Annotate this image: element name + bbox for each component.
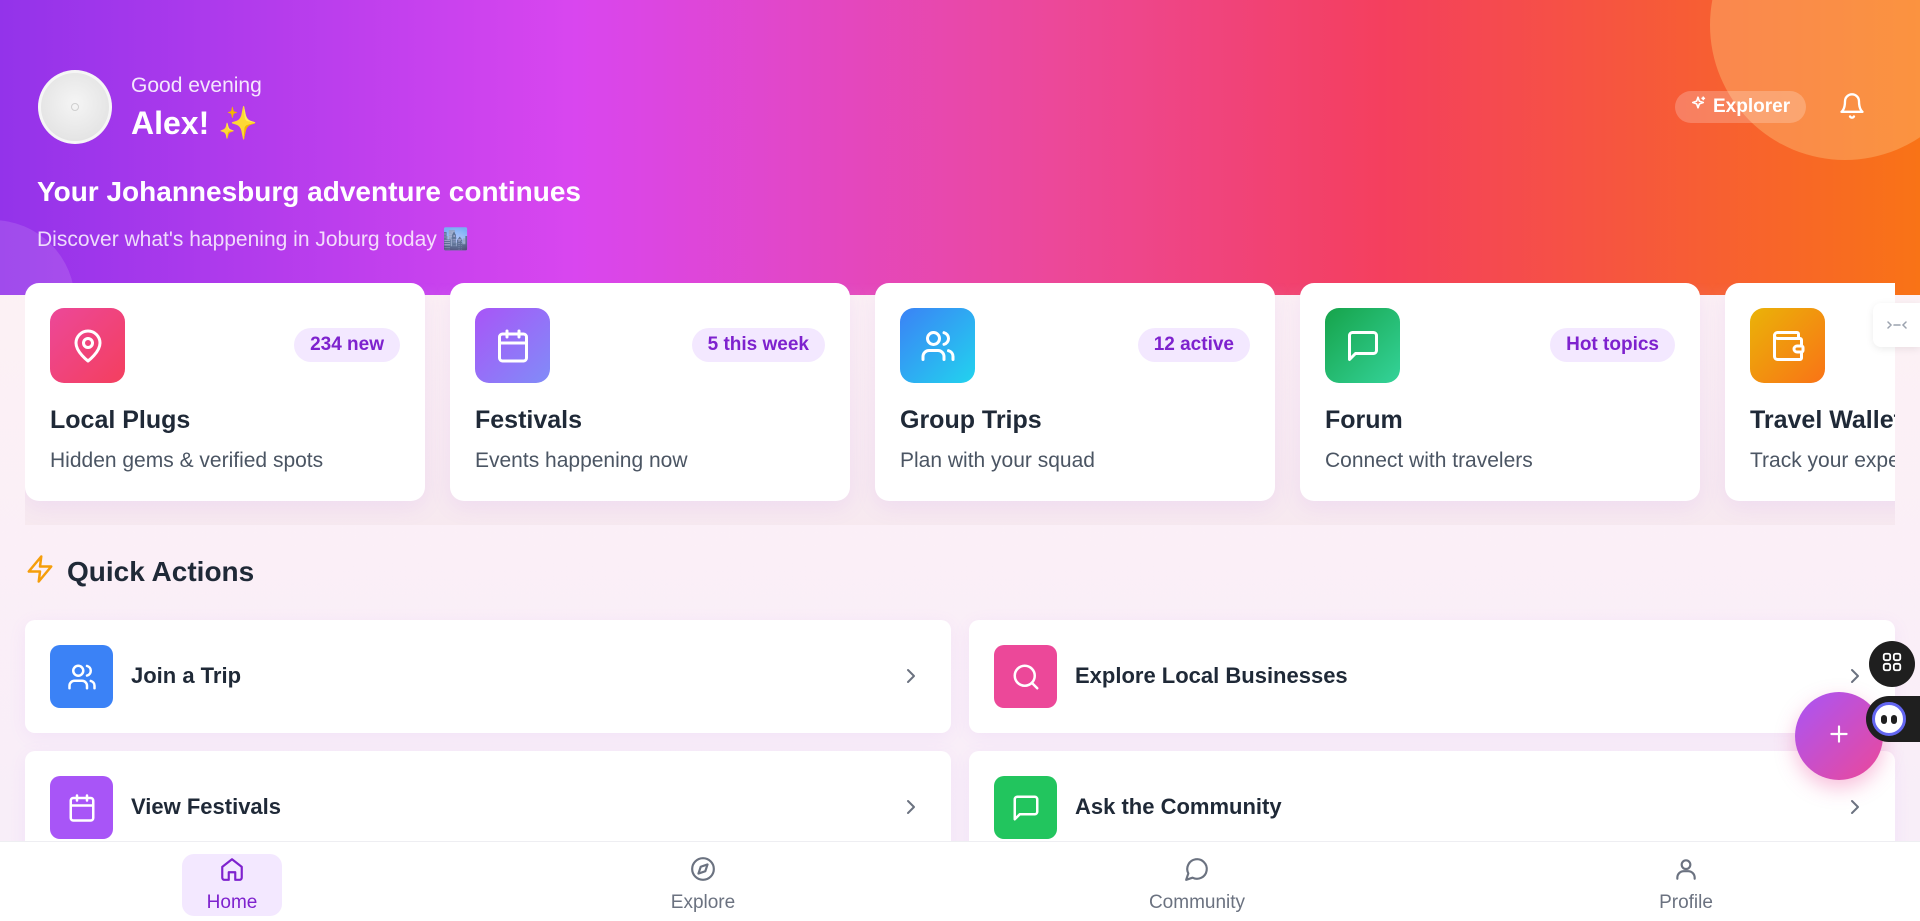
bot-face-icon: [1872, 702, 1906, 736]
calendar-icon: [475, 308, 550, 383]
status-badge: 5 this week: [691, 328, 825, 362]
card-title: Travel Wallet: [1750, 406, 1895, 434]
quick-actions-header: Quick Actions: [25, 553, 254, 590]
sparkles-icon: [1689, 95, 1707, 119]
users-icon: [50, 645, 113, 708]
plus-icon: [1826, 721, 1852, 752]
section-title: Quick Actions: [67, 555, 255, 587]
action-label: View Festivals: [131, 794, 282, 819]
card-description: Hidden gems & verified spots: [50, 449, 324, 472]
card-description: Plan with your squad: [900, 449, 1095, 472]
username: Alex! ✨: [131, 105, 258, 141]
chevron-right-icon: [899, 795, 923, 819]
message-icon: [994, 776, 1057, 839]
nav-label: Home: [206, 892, 258, 913]
user-icon: [1673, 856, 1699, 888]
avatar[interactable]: [38, 70, 112, 144]
map-pin-icon: [50, 308, 125, 383]
status-badge: 234 new: [294, 328, 400, 362]
card-title: Local Plugs: [50, 406, 191, 434]
chevron-right-icon: [1843, 795, 1867, 819]
grid-icon: [1881, 651, 1903, 678]
quick-action-join-trip[interactable]: Join a Trip: [25, 620, 951, 733]
hero-header: Good evening Alex! ✨ Explorer Your Johan…: [0, 0, 1920, 295]
nav-label: Explore: [670, 892, 736, 913]
page-title: Your Johannesburg adventure continues: [37, 176, 582, 207]
explorer-badge-label: Explorer: [1713, 96, 1791, 117]
feature-card-group-trips[interactable]: 12 active Group Trips Plan with your squ…: [875, 283, 1275, 501]
card-title: Festivals: [475, 406, 583, 434]
collapse-widget-icon[interactable]: [1873, 303, 1920, 347]
quick-action-explore-businesses[interactable]: Explore Local Businesses: [969, 620, 1895, 733]
feature-card-forum[interactable]: Hot topics Forum Connect with travelers: [1300, 283, 1700, 501]
feature-cards-carousel[interactable]: 234 new Local Plugs Hidden gems & verifi…: [25, 283, 1895, 525]
search-icon: [994, 645, 1057, 708]
explorer-badge[interactable]: Explorer: [1675, 91, 1807, 123]
assistant-button[interactable]: [1866, 696, 1920, 742]
feature-card-travel-wallet[interactable]: Travel Wallet Track your expenses: [1725, 283, 1895, 501]
nav-label: Profile: [1659, 892, 1713, 913]
bottom-nav: Home Explore Community Profile: [0, 841, 1920, 921]
page-subtitle: Discover what's happening in Joburg toda…: [37, 228, 469, 251]
action-label: Explore Local Businesses: [1075, 663, 1348, 688]
nav-item-profile[interactable]: Profile: [1636, 854, 1736, 916]
home-icon: [219, 856, 245, 888]
message-icon: [1325, 308, 1400, 383]
status-badge: 12 active: [1137, 328, 1250, 362]
chevron-right-icon: [1843, 664, 1867, 688]
lightning-icon: [25, 553, 55, 590]
greeting-text: Good evening: [131, 74, 262, 97]
status-badge: Hot topics: [1550, 328, 1675, 362]
calendar-icon: [50, 776, 113, 839]
card-description: Connect with travelers: [1325, 449, 1533, 472]
nav-label: Community: [1148, 892, 1246, 913]
decorative-blob: [1710, 0, 1920, 160]
nav-item-community[interactable]: Community: [1137, 854, 1257, 916]
card-title: Forum: [1325, 406, 1403, 434]
action-label: Join a Trip: [131, 663, 242, 688]
card-description: Events happening now: [475, 449, 688, 472]
chevron-right-icon: [899, 664, 923, 688]
users-icon: [900, 308, 975, 383]
nav-item-explore[interactable]: Explore: [653, 854, 753, 916]
nav-item-home[interactable]: Home: [182, 854, 282, 916]
bell-icon[interactable]: [1838, 92, 1866, 120]
compass-icon: [690, 856, 716, 888]
wallet-icon: [1750, 308, 1825, 383]
action-label: Ask the Community: [1075, 794, 1282, 819]
card-description: Track your expenses: [1750, 449, 1895, 472]
chat-icon: [1184, 856, 1210, 888]
feature-card-festivals[interactable]: 5 this week Festivals Events happening n…: [450, 283, 850, 501]
apps-grid-button[interactable]: [1869, 641, 1915, 687]
feature-card-local-plugs[interactable]: 234 new Local Plugs Hidden gems & verifi…: [25, 283, 425, 501]
card-title: Group Trips: [900, 406, 1042, 434]
